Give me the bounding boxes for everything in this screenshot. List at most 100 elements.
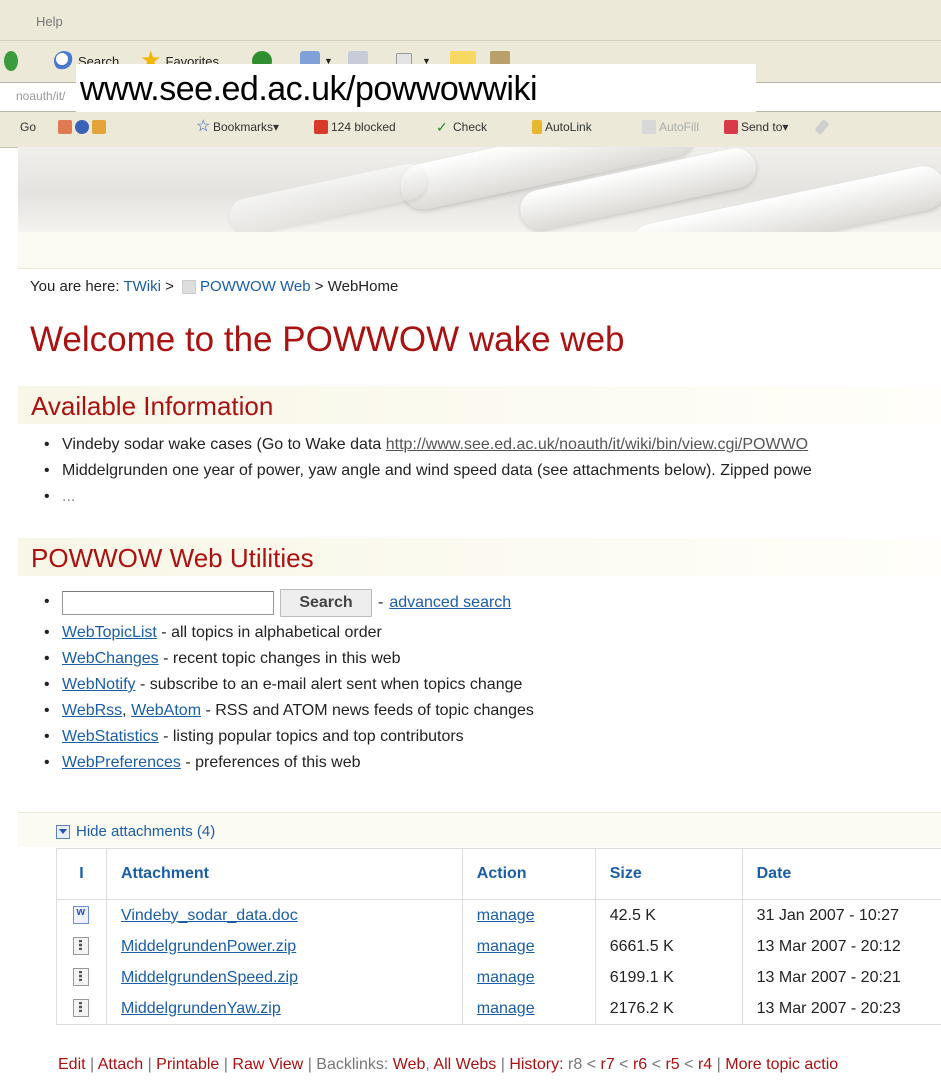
menu-bar: Help: [0, 0, 941, 41]
separator: ,: [425, 1056, 430, 1073]
check-label: Check: [453, 120, 488, 134]
list-item: Middelgrunden one year of power, yaw ang…: [44, 458, 812, 484]
revision-r8-link[interactable]: r8: [568, 1056, 582, 1073]
sendto-label: Send to▾: [741, 120, 789, 134]
column-header-size[interactable]: Size: [594, 848, 743, 900]
separator: <: [651, 1056, 661, 1073]
sendto-button[interactable]: Send to▾: [724, 120, 788, 134]
file-name-cell: Vindeby_sodar_data.doc: [105, 899, 463, 931]
topic-actions-bar: Edit | Attach | Printable | Raw View | B…: [58, 1056, 838, 1074]
separator: |: [223, 1056, 228, 1073]
revision-r7-link[interactable]: r7: [600, 1056, 614, 1073]
separator: |: [147, 1056, 152, 1073]
mail-icon: [58, 120, 72, 134]
menu-help[interactable]: Help: [36, 14, 63, 29]
address-url: noauth/it/: [16, 89, 66, 103]
date-cell: 13 Mar 2007 - 20:23: [741, 993, 941, 1025]
raw-view-link[interactable]: Raw View: [232, 1056, 303, 1073]
backlinks-label: Backlinks:: [316, 1056, 389, 1073]
zip-file-icon: [73, 999, 90, 1018]
revision-r5-link[interactable]: r5: [665, 1056, 679, 1073]
highlighter-icon: [814, 119, 830, 135]
revision-r6-link[interactable]: r6: [633, 1056, 647, 1073]
date-cell: 31 Jan 2007 - 10:27: [741, 899, 941, 931]
autolink-button[interactable]: AutoLink: [532, 120, 592, 134]
breadcrumb-web[interactable]: POWWOW Web: [200, 278, 311, 295]
webstatistics-link[interactable]: WebStatistics: [62, 728, 159, 745]
wake-data-link[interactable]: http://www.see.ed.ac.uk/noauth/it/wiki/b…: [386, 436, 808, 453]
hide-attachments-label: Hide attachments (4): [76, 823, 216, 840]
revision-r4-link[interactable]: r4: [698, 1056, 712, 1073]
webrss-link[interactable]: WebRss: [62, 702, 122, 719]
backlinks-web-link[interactable]: Web: [393, 1056, 426, 1073]
attachment-link[interactable]: MiddelgrundenPower.zip: [121, 938, 296, 955]
column-header-icon[interactable]: I: [56, 848, 107, 900]
file-name-cell: MiddelgrundenPower.zip: [105, 931, 463, 962]
back-button[interactable]: [4, 48, 22, 74]
banner-strip: [18, 232, 941, 268]
webchanges-link[interactable]: WebChanges: [62, 650, 159, 667]
separator: |: [500, 1056, 505, 1073]
file-icon-cell: [56, 993, 107, 1025]
autofill-label: AutoFill: [659, 120, 700, 134]
list-item: ...: [44, 484, 812, 510]
breadcrumb-twiki[interactable]: TWiki: [123, 278, 161, 295]
highlighter-button[interactable]: [814, 119, 830, 135]
size-cell: 42.5 K: [594, 899, 743, 931]
web-icon: [182, 280, 197, 295]
sendto-icon: [724, 120, 738, 134]
manage-link[interactable]: manage: [477, 907, 535, 924]
manage-link[interactable]: manage: [477, 938, 535, 955]
column-header-action[interactable]: Action: [461, 848, 596, 900]
bookmarks-label: Bookmarks▾: [213, 120, 280, 134]
manage-link[interactable]: manage: [477, 1000, 535, 1017]
go-button[interactable]: Go: [20, 120, 36, 134]
list-item: WebStatistics - listing popular topics a…: [44, 724, 534, 750]
autofill-button[interactable]: AutoFill: [642, 120, 699, 134]
more-topic-actions-link[interactable]: More topic actio: [725, 1056, 838, 1073]
toolbar-icons[interactable]: [58, 120, 109, 134]
attach-link[interactable]: Attach: [98, 1056, 143, 1073]
webatom-link[interactable]: WebAtom: [131, 702, 201, 719]
popup-blocker-button[interactable]: 124 blocked: [314, 120, 396, 134]
advanced-search-link[interactable]: advanced search: [389, 594, 511, 612]
history-link[interactable]: History:: [509, 1056, 563, 1073]
zip-file-icon: [73, 937, 90, 956]
action-cell: manage: [461, 931, 596, 962]
spellcheck-button[interactable]: ✓ Check: [436, 120, 487, 134]
breadcrumb-prefix: You are here:: [30, 278, 120, 295]
webpreferences-link[interactable]: WebPreferences: [62, 754, 181, 771]
attachment-link[interactable]: MiddelgrundenSpeed.zip: [121, 969, 298, 986]
search-icon: [54, 51, 74, 71]
action-cell: manage: [461, 899, 596, 931]
column-header-attachment[interactable]: Attachment: [105, 848, 463, 900]
palette-icon: [92, 120, 106, 134]
attachment-link[interactable]: Vindeby_sodar_data.doc: [121, 907, 298, 924]
search-submit-button[interactable]: Search: [280, 589, 372, 617]
list-item: Vindeby sodar wake cases (Go to Wake dat…: [44, 432, 812, 458]
available-info-heading-bar: Available Information: [18, 386, 941, 424]
go-label: Go: [20, 120, 37, 134]
search-input[interactable]: [62, 591, 274, 615]
backlinks-all-webs-link[interactable]: All Webs: [433, 1056, 496, 1073]
file-icon-cell: [56, 931, 107, 962]
action-cell: manage: [461, 962, 596, 993]
printable-link[interactable]: Printable: [156, 1056, 219, 1073]
hide-attachments-toggle[interactable]: Hide attachments (4): [56, 823, 215, 840]
file-name-cell: MiddelgrundenYaw.zip: [105, 993, 463, 1025]
list-item-text: Middelgrunden one year of power, yaw ang…: [62, 462, 812, 479]
divider: [18, 268, 941, 269]
column-header-date[interactable]: Date: [741, 848, 941, 900]
webnotify-link[interactable]: WebNotify: [62, 676, 136, 693]
attachment-link[interactable]: MiddelgrundenYaw.zip: [121, 1000, 281, 1017]
globe-icon: [75, 120, 89, 134]
site-banner: [18, 147, 941, 232]
manage-link[interactable]: manage: [477, 969, 535, 986]
table-row: MiddelgrundenPower.zip manage 6661.5 K 1…: [56, 931, 941, 962]
table-row: Vindeby_sodar_data.doc manage 42.5 K 31 …: [56, 899, 941, 931]
edit-link[interactable]: Edit: [58, 1056, 86, 1073]
webtopiclist-link[interactable]: WebTopicList: [62, 624, 157, 641]
search-row: • Search - advanced search: [44, 588, 511, 618]
bookmarks-button[interactable]: ☆ Bookmarks▾: [196, 119, 280, 135]
size-cell: 6661.5 K: [594, 931, 743, 962]
